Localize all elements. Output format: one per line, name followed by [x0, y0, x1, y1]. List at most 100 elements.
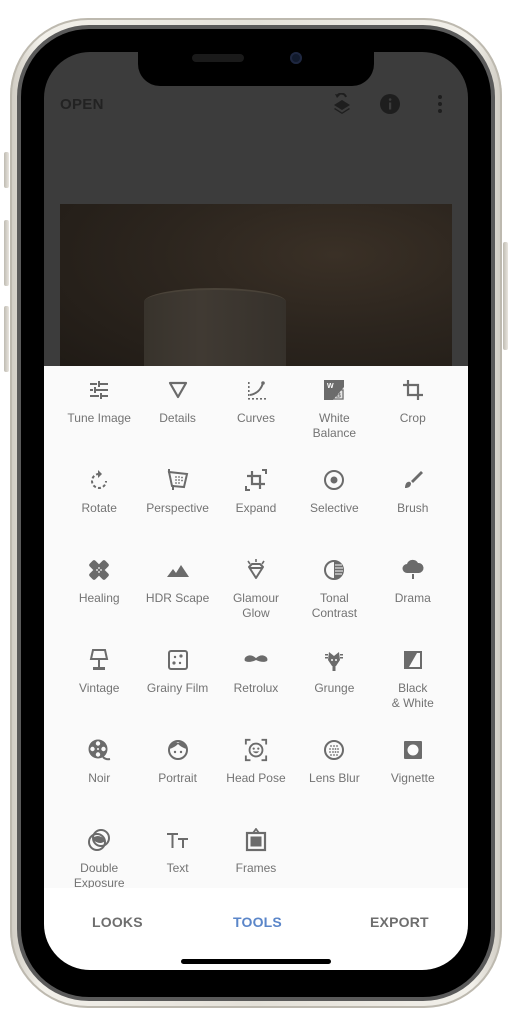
tool-head-pose[interactable]: Head Pose: [217, 726, 295, 816]
tool-tune-image[interactable]: Tune Image: [60, 366, 138, 456]
bandage-icon: [87, 558, 111, 582]
tool-hdr-scape[interactable]: HDR Scape: [138, 546, 216, 636]
tool-double-exposure[interactable]: Double Exposure: [60, 816, 138, 888]
svg-text:B: B: [336, 393, 341, 400]
lens-blur-icon: [322, 738, 346, 762]
tool-frames[interactable]: Frames: [217, 816, 295, 888]
tool-drama[interactable]: Drama: [374, 546, 452, 636]
tools-panel: Tune Image Details Curves W B White Balance Cr…: [44, 366, 468, 888]
tool-glamour-glow[interactable]: Glamour Glow: [217, 546, 295, 636]
tool-noir[interactable]: Noir: [60, 726, 138, 816]
selective-icon: [322, 468, 346, 492]
tool-label: Selective: [310, 501, 359, 515]
tool-label: Portrait: [158, 771, 197, 785]
layers-undo-icon[interactable]: [330, 92, 354, 116]
tool-label: Vintage: [78, 681, 120, 695]
tool-retrolux[interactable]: Retrolux: [217, 636, 295, 726]
curves-icon: [244, 378, 268, 402]
tool-tonal-contrast[interactable]: Tonal Contrast: [295, 546, 373, 636]
tool-healing[interactable]: Healing: [60, 546, 138, 636]
text-icon: [166, 828, 190, 852]
tool-label: Grainy Film: [146, 681, 209, 695]
tool-label: Brush: [397, 501, 429, 515]
double-exposure-icon: [87, 828, 111, 852]
white-balance-icon: WB: [322, 378, 346, 402]
tool-label: Grunge: [314, 681, 355, 695]
tool-label: Expand: [235, 501, 277, 515]
tool-brush[interactable]: Brush: [374, 456, 452, 546]
home-indicator[interactable]: [181, 959, 331, 964]
volume-down-button: [4, 306, 9, 372]
front-camera: [290, 52, 302, 64]
tab-export[interactable]: EXPORT: [370, 914, 429, 930]
black-white-icon: [401, 648, 425, 672]
tool-expand[interactable]: Expand: [217, 456, 295, 546]
tool-rotate[interactable]: Rotate: [60, 456, 138, 546]
power-button: [503, 242, 508, 350]
photo-preview[interactable]: [60, 204, 452, 374]
earpiece-speaker: [192, 54, 244, 62]
tool-vintage[interactable]: Vintage: [60, 636, 138, 726]
mute-switch: [4, 152, 9, 188]
tool-white-balance[interactable]: W B White Balance: [295, 366, 373, 456]
film-reel-icon: [87, 738, 111, 762]
tool-label: HDR Scape: [145, 591, 210, 605]
tool-label: Tonal Contrast: [311, 591, 358, 620]
tool-grunge[interactable]: Grunge: [295, 636, 373, 726]
tool-label: Crop: [399, 411, 426, 425]
tonal-contrast-icon: [322, 558, 346, 582]
crop-icon: [401, 378, 425, 402]
tool-label: Glamour Glow: [232, 591, 279, 620]
tool-label: Details: [159, 411, 196, 425]
lamp-icon: [87, 648, 111, 672]
more-vertical-icon[interactable]: [428, 92, 452, 116]
tool-label: White Balance: [312, 411, 357, 440]
tool-label: Vignette: [390, 771, 435, 785]
tool-details[interactable]: Details: [138, 366, 216, 456]
tool-label: Healing: [78, 591, 120, 605]
tool-crop[interactable]: Crop: [374, 366, 452, 456]
tool-perspective[interactable]: Perspective: [138, 456, 216, 546]
tool-portrait[interactable]: Portrait: [138, 726, 216, 816]
tool-label: Head Pose: [226, 771, 286, 785]
rotate-icon: [87, 468, 111, 492]
expand-icon: [244, 468, 268, 492]
tool-label: Perspective: [146, 501, 209, 515]
tool-label: Curves: [236, 411, 275, 425]
svg-text:W: W: [327, 383, 334, 390]
brush-icon: [401, 468, 425, 492]
tool-text[interactable]: Text: [138, 816, 216, 888]
vignette-icon: [401, 738, 425, 762]
tab-tools[interactable]: TOOLS: [233, 914, 282, 930]
tool-selective[interactable]: Selective: [295, 456, 373, 546]
volume-up-button: [4, 220, 9, 286]
tool-label: Frames: [235, 861, 277, 875]
photo-lamp-shade: [144, 288, 286, 374]
tool-grainy-film[interactable]: Grainy Film: [138, 636, 216, 726]
frame-icon: [244, 828, 268, 852]
bottom-nav: LOOKS TOOLS EXPORT: [44, 888, 468, 970]
notch: [138, 52, 374, 86]
face-icon: [166, 738, 190, 762]
info-icon[interactable]: [378, 92, 402, 116]
tool-black-white[interactable]: Black & White: [374, 636, 452, 726]
tool-label: Black & White: [391, 681, 434, 710]
tool-curves[interactable]: Curves: [217, 366, 295, 456]
tool-vignette[interactable]: Vignette: [374, 726, 452, 816]
tool-label: Noir: [88, 771, 111, 785]
tool-label: Drama: [394, 591, 431, 605]
grain-icon: [166, 648, 190, 672]
diamond-icon: [244, 558, 268, 582]
guitar-icon: [322, 648, 346, 672]
cloud-icon: [401, 558, 425, 582]
perspective-icon: [166, 468, 190, 492]
tool-lens-blur[interactable]: Lens Blur: [295, 726, 373, 816]
tool-label: Rotate: [81, 501, 117, 515]
top-bar: OPEN: [44, 88, 468, 122]
tool-label: Double Exposure: [73, 861, 125, 888]
tools-grid: Tune Image Details Curves W B White Balance Cr…: [60, 366, 452, 888]
tool-label: Text: [166, 861, 189, 875]
mustache-icon: [244, 648, 268, 672]
tab-looks[interactable]: LOOKS: [92, 914, 143, 930]
open-button[interactable]: OPEN: [60, 96, 104, 113]
